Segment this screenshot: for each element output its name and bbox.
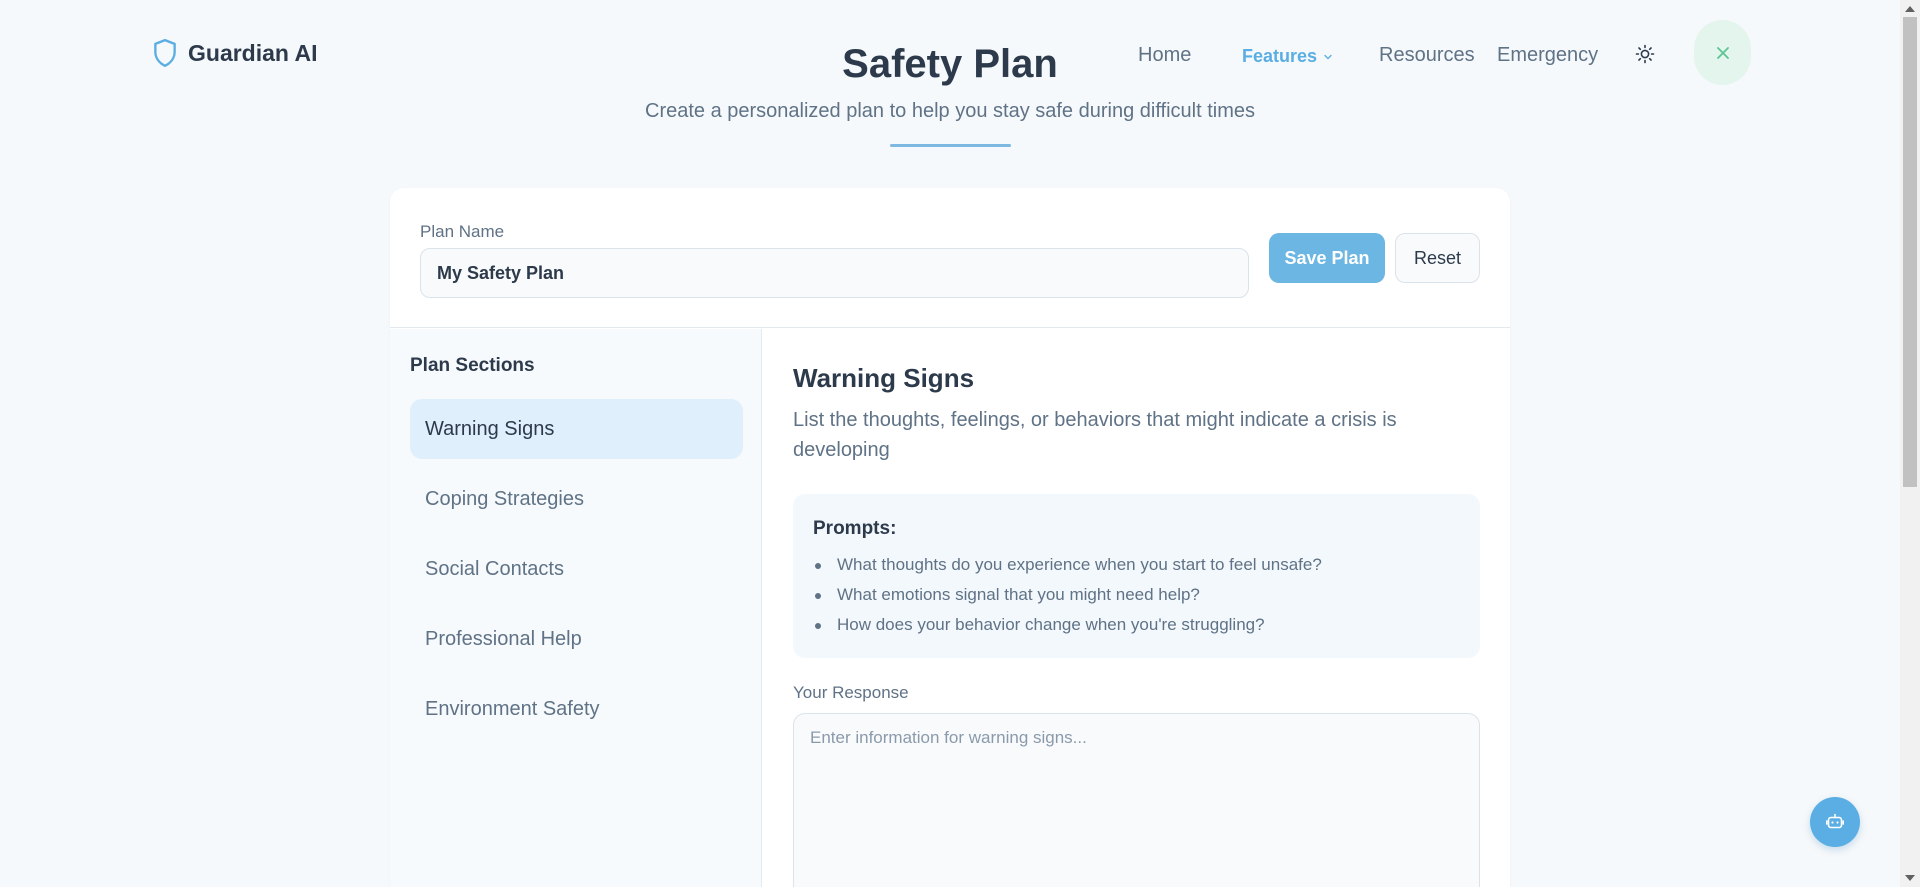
safety-plan-card: Plan Name Save Plan Reset Plan Sections … bbox=[390, 188, 1510, 887]
response-textarea[interactable] bbox=[793, 713, 1480, 887]
sun-icon bbox=[1635, 44, 1655, 64]
plan-sections-sidebar: Plan Sections Warning Signs Coping Strat… bbox=[390, 329, 762, 887]
main-nav: Home Features Resources Emergency bbox=[0, 40, 1920, 70]
chevron-down-icon bbox=[1324, 54, 1332, 59]
section-content: Warning Signs List the thoughts, feeling… bbox=[763, 329, 1510, 887]
prompt-item: What thoughts do you experience when you… bbox=[813, 550, 1460, 580]
save-plan-button[interactable]: Save Plan bbox=[1269, 233, 1385, 283]
close-icon bbox=[1716, 46, 1729, 59]
prompt-item: How does your behavior change when you'r… bbox=[813, 610, 1460, 640]
page-scrollbar[interactable] bbox=[1900, 0, 1920, 887]
nav-home[interactable]: Home bbox=[1138, 44, 1191, 67]
section-item-warning-signs[interactable]: Warning Signs bbox=[410, 399, 743, 459]
title-underline bbox=[890, 144, 1011, 147]
reset-button[interactable]: Reset bbox=[1395, 233, 1480, 283]
prompts-title: Prompts: bbox=[813, 518, 897, 539]
section-item-coping-strategies[interactable]: Coping Strategies bbox=[410, 469, 743, 529]
scroll-down-arrow-icon[interactable] bbox=[1905, 875, 1915, 881]
section-description: List the thoughts, feelings, or behavior… bbox=[793, 409, 1397, 461]
nav-resources[interactable]: Resources bbox=[1379, 44, 1475, 67]
response-label: Your Response bbox=[793, 683, 909, 702]
section-item-environment-safety[interactable]: Environment Safety bbox=[410, 679, 743, 739]
assistant-button[interactable] bbox=[1810, 797, 1860, 847]
nav-features[interactable]: Features bbox=[1242, 46, 1333, 67]
prompt-item: What emotions signal that you might need… bbox=[813, 580, 1460, 610]
nav-features-label: Features bbox=[1242, 46, 1318, 66]
section-title: Warning Signs bbox=[793, 363, 975, 393]
section-item-social-contacts[interactable]: Social Contacts bbox=[410, 539, 743, 599]
close-button[interactable] bbox=[1694, 20, 1751, 85]
robot-icon bbox=[1825, 813, 1845, 829]
plan-header: Plan Name Save Plan Reset bbox=[390, 188, 1510, 328]
prompts-list: What thoughts do you experience when you… bbox=[813, 550, 1460, 640]
page-subtitle: Create a personalized plan to help you s… bbox=[645, 100, 1255, 122]
plan-name-input[interactable] bbox=[420, 248, 1249, 298]
prompts-box: Prompts: What thoughts do you experience… bbox=[793, 494, 1480, 658]
scrollbar-thumb[interactable] bbox=[1903, 17, 1917, 487]
plan-sections-title: Plan Sections bbox=[410, 355, 535, 376]
scroll-up-arrow-icon[interactable] bbox=[1905, 6, 1915, 12]
section-item-professional-help[interactable]: Professional Help bbox=[410, 609, 743, 669]
nav-emergency[interactable]: Emergency bbox=[1497, 44, 1598, 67]
theme-toggle[interactable] bbox=[1633, 42, 1657, 66]
plan-name-label: Plan Name bbox=[420, 222, 505, 241]
